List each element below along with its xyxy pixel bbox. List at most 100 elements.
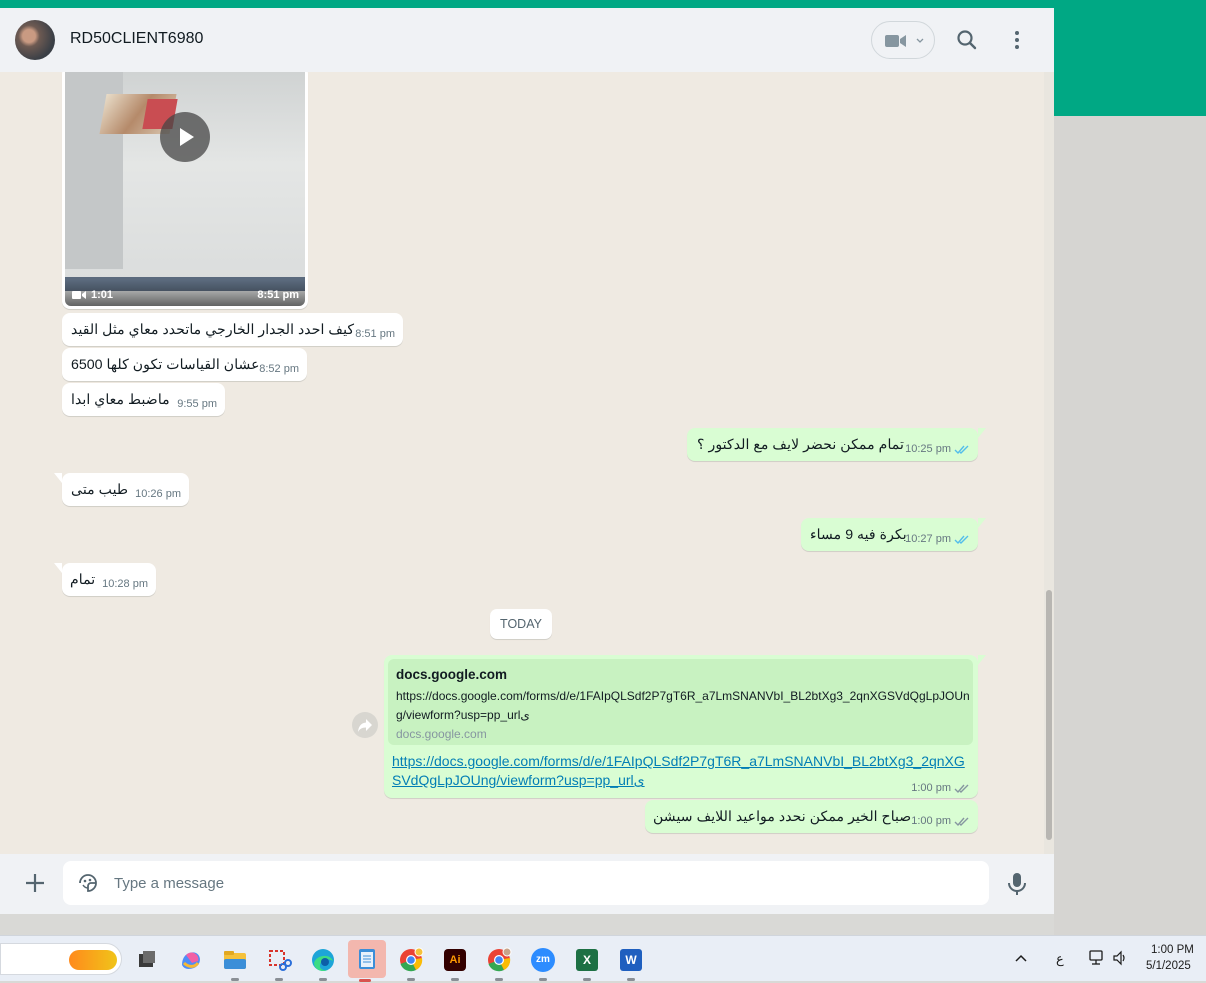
double-check-icon [954,445,969,454]
excel-button[interactable]: X [570,943,604,981]
whatsapp-window: RD50CLIENT6980 1:01 8:51 pm كيف احدد الج… [0,8,1054,914]
forward-button[interactable] [352,712,378,738]
forward-icon [358,719,372,732]
link-preview-description: https://docs.google.com/forms/d/e/1FAIpQ… [396,689,970,722]
edge-icon [312,949,334,972]
folder-icon [224,951,246,969]
message-time: 1:00 pm [911,782,970,794]
search-icon [957,30,977,50]
word-button[interactable]: W [614,943,648,981]
incoming-message[interactable]: عشان القياسات تكون كلها 6500 8:52 pm [62,348,307,381]
message-text: عشان القياسات تكون كلها 6500 [71,357,260,373]
copilot-button[interactable] [174,943,208,977]
more-vertical-icon [1015,31,1019,49]
bubble-tail [978,428,986,438]
video-camera-icon [885,35,906,47]
network-icon[interactable] [1088,949,1106,967]
voice-message-button[interactable] [999,866,1035,902]
input-language[interactable]: ع [1056,951,1064,967]
window-backdrop [1054,116,1206,935]
message-input[interactable]: Type a message [63,861,989,905]
play-button[interactable] [160,112,210,162]
clock-date[interactable]: 5/1/2025 [1146,960,1191,972]
video-thumbnail[interactable]: 1:01 8:51 pm [65,72,305,306]
message-text: تمام [70,572,96,588]
double-check-icon [954,784,969,793]
contact-name[interactable]: RD50CLIENT6980 [70,30,203,48]
file-explorer-button[interactable] [218,943,252,981]
task-view-button[interactable] [130,943,164,977]
zoom-icon: zm [531,948,555,972]
chevron-up-icon[interactable] [1014,953,1028,963]
snipping-tool-icon [269,950,292,971]
message-text: صباح الخير ممكن نحدد مواعيد اللايف سيشن [653,809,912,825]
message-time: 8:51 pm [257,289,299,301]
link-preview-domain: docs.google.com [396,727,487,741]
task-view-icon [139,951,155,967]
message-time: 8:52 pm [259,363,299,375]
outgoing-message[interactable]: بكرة فيه 9 مساء 10:27 pm [801,518,986,551]
message-time: 10:25 pm [905,443,970,455]
bubble-tail [54,563,62,573]
scrollbar-thumb[interactable] [1046,590,1052,840]
contact-avatar[interactable] [15,20,55,60]
bubble-tail [978,518,986,528]
notepad-button[interactable] [348,940,386,982]
video-duration: 1:01 [91,289,114,301]
message-text: تمام ممكن نحضر لايف مع الدكتور ؟ [697,437,904,453]
message-time: 10:26 pm [135,488,181,500]
sticker-icon[interactable] [77,872,99,894]
message-list[interactable]: 1:01 8:51 pm كيف احدد الجدار الخارجي مات… [0,72,1054,854]
clock-time[interactable]: 1:00 PM [1151,944,1194,956]
link-preview-card[interactable]: docs.google.com https://docs.google.com/… [388,659,973,745]
double-check-icon [954,535,969,544]
message-text: ماضبط معاي ابدا [71,392,170,408]
windows-taskbar: Ai zm X W ع 1:00 PM 5/1/2025 [0,935,1206,982]
microphone-icon [1008,873,1026,895]
word-icon: W [620,949,642,971]
composer-bar: Type a message [0,854,1054,914]
snipping-tool-button[interactable] [262,943,296,981]
taskbar-search[interactable] [0,943,122,975]
outgoing-message[interactable]: تمام ممكن نحضر لايف مع الدكتور ؟ 10:25 p… [687,428,986,461]
video-info-bar: 1:01 8:51 pm [65,280,305,306]
video-message[interactable]: 1:01 8:51 pm [62,72,308,309]
message-time: 10:28 pm [102,578,148,590]
message-text: طيب متى [71,482,129,498]
bubble-tail [54,473,62,483]
video-camera-icon [72,291,86,299]
chrome-button[interactable] [394,943,428,981]
play-icon [180,128,194,146]
message-text: كيف احدد الجدار الخارجي ماتحدد معاي مثل … [71,322,355,338]
link-preview-title: docs.google.com [396,667,508,682]
notepad-icon [359,949,375,969]
message-time: 9:55 pm [177,398,217,410]
video-call-button[interactable] [871,21,935,59]
edge-button[interactable] [306,943,340,981]
incoming-message[interactable]: طيب متى 10:26 pm [54,473,189,506]
menu-button[interactable] [999,22,1035,58]
search-button[interactable] [949,22,985,58]
illustrator-button[interactable]: Ai [438,943,472,981]
volume-icon[interactable] [1112,950,1128,966]
search-highlight-icon [69,950,117,970]
bubble-tail [978,655,986,665]
message-time: 10:27 pm [905,533,970,545]
message-time: 1:00 pm [911,815,970,827]
zoom-button[interactable]: zm [526,943,560,981]
double-check-icon [954,817,969,826]
illustrator-icon: Ai [444,949,466,971]
message-link[interactable]: https://docs.google.com/forms/d/e/1FAIpQ… [392,752,972,790]
attach-button[interactable] [17,866,53,902]
incoming-message[interactable]: تمام 10:28 pm [54,563,156,596]
chat-scrollbar[interactable] [1044,72,1054,854]
chrome-profile-button[interactable] [482,943,516,981]
outgoing-link-message[interactable]: docs.google.com https://docs.google.com/… [384,655,986,798]
plus-icon [26,874,44,892]
outgoing-message[interactable]: صباح الخير ممكن نحدد مواعيد اللايف سيشن … [645,800,978,833]
incoming-message[interactable]: ماضبط معاي ابدا 9:55 pm [62,383,225,416]
message-placeholder: Type a message [114,875,225,892]
incoming-message[interactable]: كيف احدد الجدار الخارجي ماتحدد معاي مثل … [62,313,403,346]
message-time: 8:51 pm [355,328,395,340]
message-text: بكرة فيه 9 مساء [810,527,907,543]
